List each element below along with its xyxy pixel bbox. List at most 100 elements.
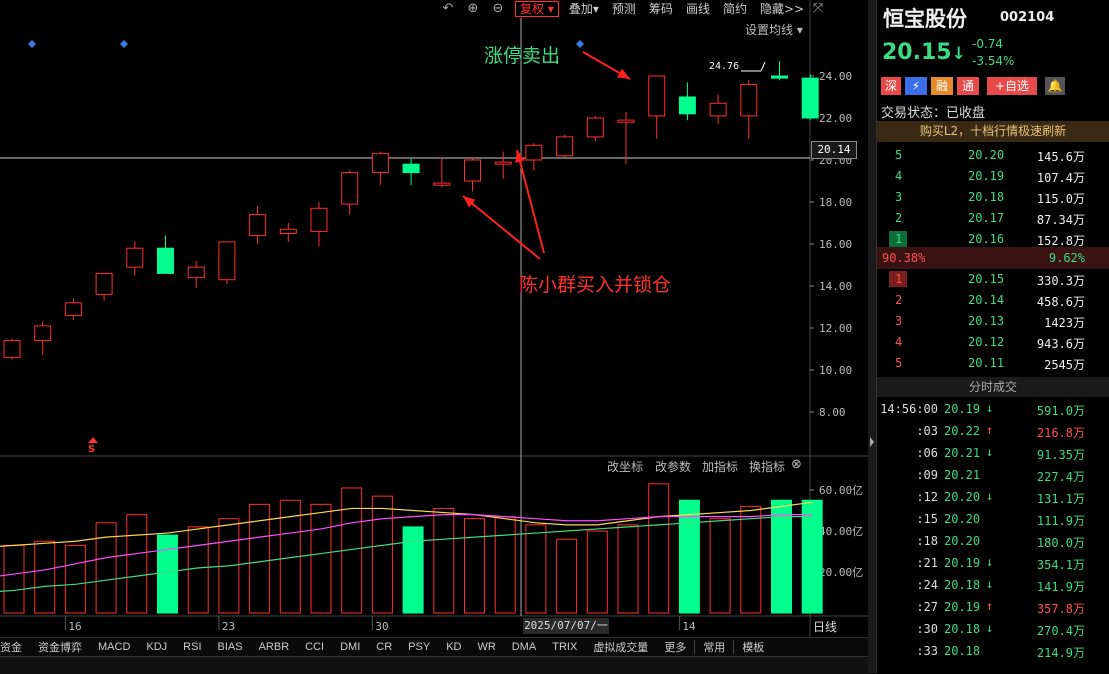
indicator-tab[interactable]: CCI xyxy=(297,641,332,653)
bottom-strip xyxy=(0,656,868,674)
sell-level-row[interactable]: 2 20.17 87.34万 xyxy=(877,208,1109,229)
indicator-tab[interactable]: 虚拟成交量 xyxy=(585,639,656,655)
volume-bar-up xyxy=(310,503,332,614)
trade-row: :21 20.19 ↓ 354.1万 xyxy=(877,553,1109,575)
buy-level-row[interactable]: 5 20.11 2545万 xyxy=(877,353,1109,374)
volume-bar-up xyxy=(34,540,56,614)
set-ma-button[interactable]: 设置均线 ▾ xyxy=(745,21,803,38)
l2-banner[interactable]: 购买L2，十档行情极速刷新 xyxy=(877,121,1109,142)
candle-down xyxy=(801,77,819,119)
volume-bar-up xyxy=(126,514,148,614)
indicator-tab[interactable]: KDJ xyxy=(138,641,175,653)
add-indicator-button[interactable]: 加指标 xyxy=(702,458,738,475)
down-arrow-icon: ↓ xyxy=(986,555,994,569)
lightning-icon[interactable]: ⚡ xyxy=(905,77,927,95)
close-indicator-icon[interactable]: ⊗ xyxy=(791,457,802,472)
volume-bar-up xyxy=(494,516,516,614)
candle-up xyxy=(187,266,205,279)
indicator-tab[interactable]: DMI xyxy=(332,641,368,653)
volume-bar-up xyxy=(648,483,670,614)
price-tick-label: 14.00 xyxy=(819,280,852,293)
level-volume: 145.6万 xyxy=(1036,150,1085,164)
switch-indicator-button[interactable]: 换指标 xyxy=(749,458,785,475)
s-marker-arrow xyxy=(88,437,98,443)
buy-level-row[interactable]: 3 20.13 1423万 xyxy=(877,311,1109,332)
indicator-tab[interactable]: DMA xyxy=(504,641,544,653)
period-label[interactable]: 日线 xyxy=(813,618,837,635)
candle-down xyxy=(678,96,696,115)
up-arrow-icon: ↑ xyxy=(986,423,994,437)
trade-volume: 354.1万 xyxy=(1036,558,1085,572)
trade-row: :06 20.21 ↓ 91.35万 xyxy=(877,443,1109,465)
date-tick-label: 14 xyxy=(682,620,696,633)
trade-row: :03 20.22 ↑ 216.8万 xyxy=(877,421,1109,443)
down-arrow-icon: ↓ xyxy=(986,401,994,415)
add-watchlist-button[interactable]: +自选 xyxy=(987,77,1037,95)
level-volume: 2545万 xyxy=(1044,358,1085,372)
indicator-tab[interactable]: 资金博弈 xyxy=(30,639,90,655)
buy-level-row[interactable]: 1 20.15 330.3万 xyxy=(877,269,1109,290)
indicator-tab[interactable]: WR xyxy=(469,641,503,653)
indicator-tab[interactable]: RSI xyxy=(175,641,209,653)
candle-up xyxy=(126,247,144,268)
trade-price: 20.19 xyxy=(944,402,981,416)
volume-bar-up xyxy=(433,507,455,614)
buy-level-row[interactable]: 4 20.12 943.6万 xyxy=(877,332,1109,353)
panel-splitter[interactable] xyxy=(868,0,876,673)
indicator-tab[interactable]: CR xyxy=(368,641,400,653)
bell-icon[interactable]: 🔔 xyxy=(1045,77,1065,95)
sell-level-row[interactable]: 5 20.20 145.6万 xyxy=(877,145,1109,166)
candle-up xyxy=(525,144,543,161)
indicator-tab[interactable]: ARBR xyxy=(251,641,298,653)
indicator-tab[interactable]: 模板 xyxy=(734,639,772,655)
trade-volume: 180.0万 xyxy=(1036,536,1085,550)
trade-volume: 357.8万 xyxy=(1036,602,1085,616)
trade-price: 20.19 xyxy=(944,600,981,614)
diamond-marker xyxy=(28,40,36,48)
trade-status: 交易状态：已收盘 xyxy=(881,106,986,121)
trade-price: 20.18 xyxy=(944,578,981,592)
collapse-arrow-icon[interactable] xyxy=(870,437,874,447)
level-number: 2 xyxy=(895,293,903,307)
indicator-tab[interactable]: TRIX xyxy=(544,641,585,653)
trade-time: :33 xyxy=(916,644,938,658)
indicator-tab[interactable]: 资金 xyxy=(0,639,30,655)
price-tick-label: 8.00 xyxy=(819,406,846,419)
trade-time: :21 xyxy=(916,556,938,570)
indicator-tab[interactable]: 更多 xyxy=(656,639,694,655)
change-params-button[interactable]: 改参数 xyxy=(655,458,691,475)
down-arrow-icon: ↓ xyxy=(986,489,994,503)
indicator-tab[interactable]: KD xyxy=(438,641,469,653)
bid-ask-ratio: 90.38% 9.62% xyxy=(877,247,1109,269)
level-volume: 107.4万 xyxy=(1036,171,1085,185)
trade-time: :27 xyxy=(916,600,938,614)
diamond-marker xyxy=(120,40,128,48)
buy-level-row[interactable]: 2 20.14 458.6万 xyxy=(877,290,1109,311)
candle-up xyxy=(249,214,267,237)
trade-row: 14:56:00 20.19 ↓ 591.0万 xyxy=(877,399,1109,421)
level-number: 1 xyxy=(895,232,903,246)
price-tick-label: 10.00 xyxy=(819,364,852,377)
volume-bar-up xyxy=(64,544,86,614)
volume-bar-up xyxy=(709,518,731,614)
trade-price: 20.18 xyxy=(944,644,981,658)
down-arrow-icon: ↓ xyxy=(986,577,994,591)
sell-level-row[interactable]: 4 20.19 107.4万 xyxy=(877,166,1109,187)
buy-arrow-1 xyxy=(462,195,541,260)
trade-row: :18 20.20 180.0万 xyxy=(877,531,1109,553)
sell-level-row[interactable]: 3 20.18 115.0万 xyxy=(877,187,1109,208)
indicator-tab[interactable]: MACD xyxy=(90,641,138,653)
date-tick-label: 30 xyxy=(375,620,388,633)
trade-time: :03 xyxy=(916,424,938,438)
down-arrow-icon: ↓ xyxy=(986,445,994,459)
indicator-tab[interactable]: 常用 xyxy=(695,639,733,655)
trade-row: :33 20.18 214.9万 xyxy=(877,641,1109,663)
indicator-tab[interactable]: BIAS xyxy=(210,641,251,653)
candle-up xyxy=(709,102,727,117)
kline-chart[interactable]: 24.00 22.00 20.00 18.00 16.00 14.00 12.00 10.00… xyxy=(0,0,868,640)
trade-price: 20.20 xyxy=(944,534,981,548)
change-axis-button[interactable]: 改坐标 xyxy=(607,458,643,475)
chart-svg: 24.0022.0020.0018.0016.0014.0012.0010.00… xyxy=(0,0,868,640)
trade-volume: 91.35万 xyxy=(1036,448,1085,462)
indicator-tab[interactable]: PSY xyxy=(400,641,438,653)
